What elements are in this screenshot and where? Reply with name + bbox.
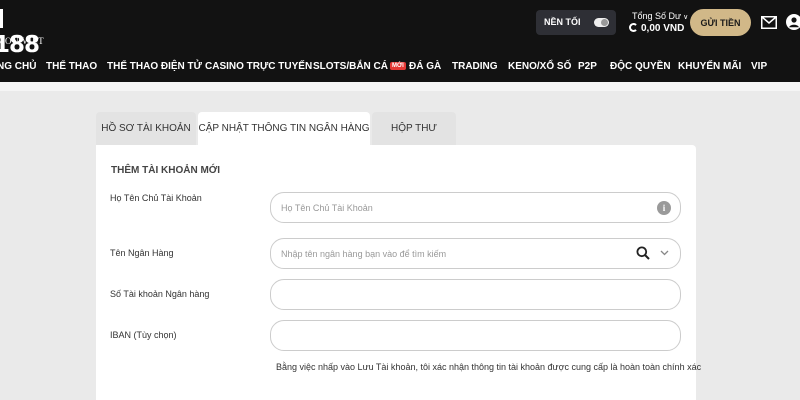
mail-icon[interactable] xyxy=(761,16,777,29)
toggle-switch[interactable] xyxy=(594,18,609,27)
iban-input[interactable] xyxy=(270,320,681,351)
balance-display: 0,00 VND xyxy=(629,23,684,36)
main-nav: NG CHỦ THỂ THAO THỂ THAO ĐIỆN TỬ CASINO … xyxy=(0,52,800,80)
nav-item-promotions[interactable]: KHUYẾN MÃI xyxy=(678,61,741,72)
balance-dropdown[interactable]: Tổng Số Dư ∨ xyxy=(632,11,688,21)
account-number-input[interactable] xyxy=(270,279,681,310)
brand-logo[interactable]: 188 SION VIET xyxy=(0,6,46,58)
tab-bank-info[interactable]: CẬP NHẬT THÔNG TIN NGÂN HÀNG xyxy=(198,112,370,145)
account-number-label: Số Tài khoản Ngân hàng xyxy=(110,289,210,299)
top-header: 188 SION VIET NỀN TỐI Tổng Số Dư ∨ 0,00 V… xyxy=(0,0,800,82)
tab-inbox[interactable]: HỘP THƯ xyxy=(372,112,456,145)
balance-label: Tổng Số Dư xyxy=(632,11,682,21)
nav-item-vip[interactable]: VIP xyxy=(751,61,767,72)
info-icon[interactable]: i xyxy=(657,201,671,215)
disclaimer-text: Bằng việc nhấp vào Lưu Tài khoản, tôi xá… xyxy=(276,362,702,372)
logo-subtitle: SION VIET xyxy=(0,36,45,46)
chevron-down-icon: ∨ xyxy=(683,14,689,21)
bank-name-search-input[interactable] xyxy=(270,238,681,269)
deposit-button[interactable]: GỬI TIỀN xyxy=(690,9,751,36)
balance-value: 0,00 VND xyxy=(641,23,685,34)
iban-label: IBAN (Tùy chọn) xyxy=(110,330,177,340)
account-holder-label: Họ Tên Chủ Tài Khoản xyxy=(110,193,202,203)
dark-mode-toggle[interactable]: NỀN TỐI xyxy=(536,10,616,35)
nav-item-home[interactable]: NG CHỦ xyxy=(0,61,36,72)
refresh-icon[interactable] xyxy=(629,23,638,32)
section-title: THÊM TÀI KHOẢN MỚI xyxy=(111,165,221,176)
chevron-down-icon[interactable] xyxy=(660,249,669,257)
account-holder-input[interactable] xyxy=(270,192,681,223)
nav-item-keno-lottery[interactable]: KENO/XỔ SỐ xyxy=(508,61,571,72)
user-icon[interactable] xyxy=(786,14,800,30)
new-badge: MỚI xyxy=(390,62,406,70)
nav-item-esports[interactable]: THỂ THAO ĐIỆN TỬ xyxy=(107,61,202,72)
dark-mode-label: NỀN TỐI xyxy=(544,17,581,27)
nav-item-exclusive[interactable]: ĐỘC QUYỀN xyxy=(610,61,671,72)
nav-item-p2p[interactable]: P2P xyxy=(578,61,597,72)
bank-name-label: Tên Ngân Hàng xyxy=(110,248,174,258)
nav-item-casino[interactable]: CASINO TRỰC TUYẾN xyxy=(205,61,312,72)
nav-item-slots-label: SLOTS/BẮN CÁ xyxy=(313,61,388,72)
nav-item-slots[interactable]: SLOTS/BẮN CÁ MỚI xyxy=(313,61,406,72)
nav-item-sports[interactable]: THỂ THAO xyxy=(46,61,97,72)
tab-profile[interactable]: HỒ SƠ TÀI KHOẢN xyxy=(96,112,196,145)
nav-item-cockfighting[interactable]: ĐÁ GÀ xyxy=(409,61,441,72)
header-divider xyxy=(0,82,800,91)
search-icon[interactable] xyxy=(636,246,650,260)
nav-item-trading[interactable]: TRADING xyxy=(452,61,498,72)
